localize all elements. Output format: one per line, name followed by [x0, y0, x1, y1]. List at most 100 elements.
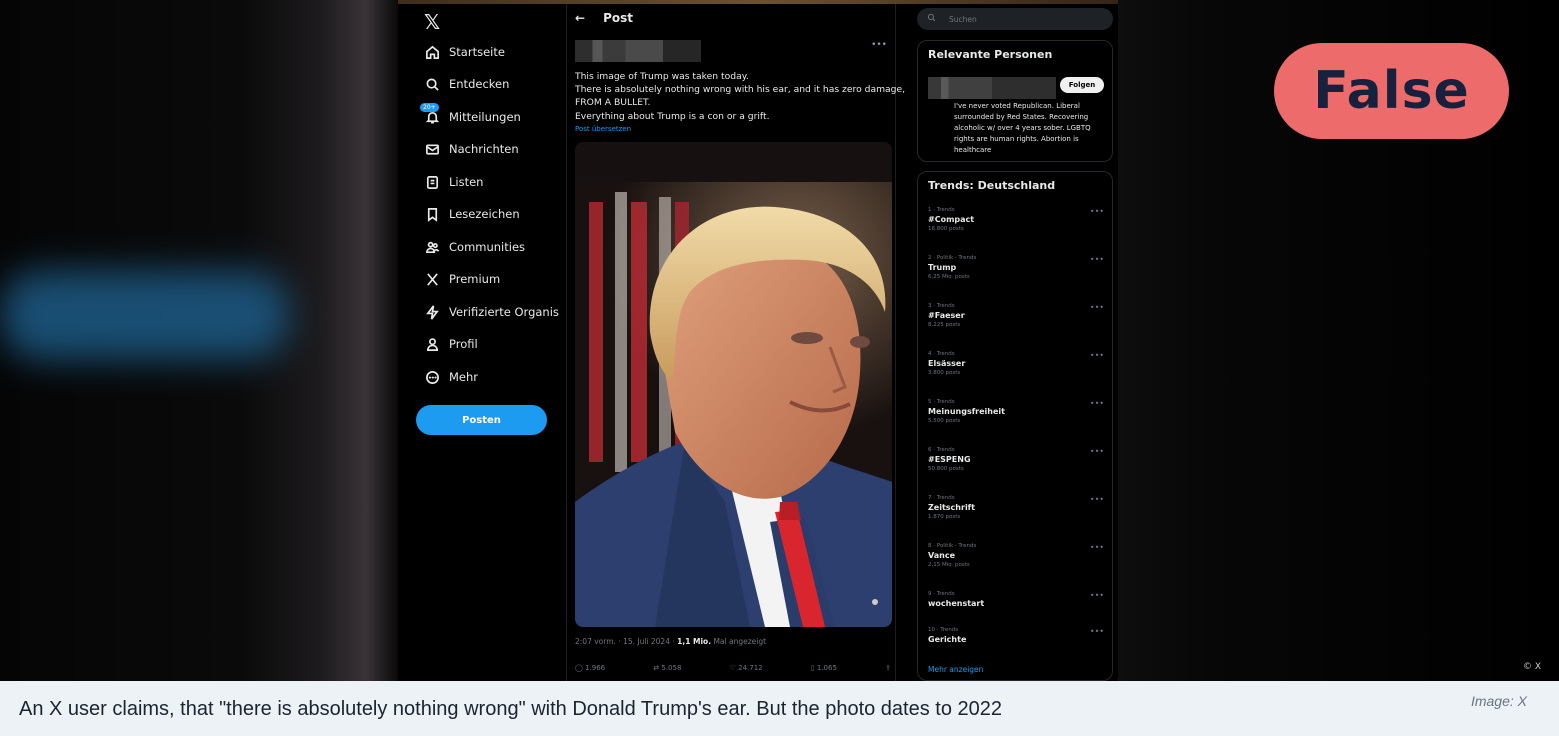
- more-icon[interactable]: •••: [1090, 399, 1104, 408]
- post-views: 1,1 Mio.: [677, 637, 712, 646]
- trend-item[interactable]: 4 · Trends Elsässer 3.800 posts •••: [928, 351, 1104, 376]
- nav-item-entdecken[interactable]: Entdecken: [424, 73, 509, 95]
- reply-button[interactable]: ◯ 1.966: [575, 664, 605, 672]
- trend-item[interactable]: 1 · Trends #Compact 16.800 posts •••: [928, 207, 1104, 232]
- x-right-column: Suchen Relevante Personen Folgen I've ne…: [917, 4, 1113, 681]
- more-options-icon[interactable]: •••: [871, 40, 887, 50]
- trends-title: Trends: Deutschland: [928, 179, 1056, 192]
- x-icon: [424, 271, 440, 287]
- trend-category: 1 · Trends: [928, 207, 955, 213]
- more-icon[interactable]: •••: [1090, 495, 1104, 504]
- image-copyright: © X: [1522, 662, 1541, 672]
- nav-item-mehr[interactable]: Mehr: [424, 366, 478, 388]
- post-header: ← Post: [575, 11, 633, 25]
- share-button[interactable]: ⇪: [885, 664, 891, 672]
- repost-button[interactable]: ⇄ 5.058: [653, 664, 681, 672]
- more-icon[interactable]: •••: [1090, 255, 1104, 264]
- trend-item[interactable]: 7 · Trends Zeitschrift 1.870 posts •••: [928, 495, 1104, 520]
- search-icon: [927, 13, 939, 25]
- nav-label: Entdecken: [449, 77, 510, 91]
- nav-item-communities[interactable]: Communities: [424, 236, 525, 258]
- relevant-people-box: Relevante Personen Folgen I've never vot…: [917, 40, 1113, 162]
- trend-category: 8 · Politik · Trends: [928, 543, 977, 549]
- x-screenshot: 𝕏 Startseite Entdecken 20+ Mitteilungen …: [398, 4, 1118, 681]
- follow-button[interactable]: Folgen: [1060, 77, 1104, 93]
- nav-item-premium[interactable]: Premium: [424, 268, 500, 290]
- trend-item[interactable]: 8 · Politik · Trends Vance 2,15 Mio. pos…: [928, 543, 1104, 568]
- trend-name: #Faeser: [928, 311, 965, 320]
- verdict-badge: False: [1274, 43, 1509, 139]
- nav-item-nachrichten[interactable]: Nachrichten: [424, 138, 519, 160]
- like-button[interactable]: ♡ 24.712: [730, 664, 763, 672]
- tweet-text: This image of Trump was taken today. The…: [575, 70, 905, 123]
- article-image: 𝕏 Startseite Entdecken 20+ Mitteilungen …: [0, 0, 1559, 681]
- tweet-line: This image of Trump was taken today.: [575, 71, 749, 82]
- trend-name: Trump: [928, 263, 957, 272]
- pixelated-person: [928, 77, 1056, 99]
- bookmark-icon: [424, 206, 440, 222]
- nav-label: Mehr: [449, 370, 479, 384]
- trend-category: 6 · Trends: [928, 447, 955, 453]
- person-icon: [424, 336, 440, 352]
- more-circle-icon: [424, 369, 440, 385]
- x-sidebar: 𝕏 Startseite Entdecken 20+ Mitteilungen …: [398, 4, 566, 681]
- repost-count: 5.058: [661, 664, 682, 672]
- trend-item[interactable]: 3 · Trends #Faeser 8.225 posts •••: [928, 303, 1104, 328]
- person-bio: I've never voted Republican. Liberal sur…: [954, 102, 1091, 154]
- trend-count: 16.800 posts: [928, 226, 964, 232]
- trend-category: 9 · Trends: [928, 591, 955, 597]
- blurred-blue-shape: [0, 270, 290, 360]
- nav-item-startseite[interactable]: Startseite: [424, 41, 505, 63]
- list-icon: [424, 174, 440, 190]
- more-icon[interactable]: •••: [1090, 591, 1104, 600]
- trend-name: Zeitschrift: [928, 503, 975, 512]
- trend-item[interactable]: 9 · Trends wochenstart •••: [928, 591, 1104, 608]
- x-logo-icon[interactable]: 𝕏: [424, 10, 440, 34]
- nav-item-lesezeichen[interactable]: Lesezeichen: [424, 203, 520, 225]
- back-arrow-icon[interactable]: ←: [575, 11, 585, 25]
- trend-count: 6,25 Mio. posts: [928, 274, 970, 280]
- caption-bar: An X user claims, that "there is absolut…: [0, 681, 1559, 736]
- more-icon[interactable]: •••: [1090, 447, 1104, 456]
- more-icon[interactable]: •••: [1090, 207, 1104, 216]
- home-icon: [424, 44, 440, 60]
- like-count: 24.712: [738, 664, 763, 672]
- more-icon[interactable]: •••: [1090, 351, 1104, 360]
- trend-name: Meinungsfreiheit: [928, 407, 1005, 416]
- trend-item[interactable]: 5 · Trends Meinungsfreiheit 5.500 posts …: [928, 399, 1104, 424]
- show-more-link[interactable]: Mehr anzeigen: [928, 665, 983, 674]
- trend-name: Gerichte: [928, 635, 967, 644]
- post-button[interactable]: Posten: [416, 405, 547, 435]
- nav-item-verified-orgs[interactable]: Verifizierte Organis: [424, 301, 559, 323]
- nav-item-profil[interactable]: Profil: [424, 333, 478, 355]
- trend-category: 5 · Trends: [928, 399, 955, 405]
- more-icon[interactable]: •••: [1090, 627, 1104, 636]
- nav-item-mitteilungen[interactable]: 20+ Mitteilungen: [420, 103, 521, 128]
- tweet-photo[interactable]: [575, 142, 892, 627]
- heart-icon: ♡: [729, 664, 739, 672]
- post-actions: ◯ 1.966 ⇄ 5.058 ♡ 24.712 ▯ 1.065 ⇪: [575, 664, 891, 672]
- post-time: 2:07 vorm. · 15. Juli 2024 ·: [575, 637, 675, 646]
- trend-item[interactable]: 10 · Trends Gerichte •••: [928, 627, 1104, 644]
- search-icon: [424, 76, 440, 92]
- communities-icon: [424, 239, 440, 255]
- bookmark-button[interactable]: ▯ 1.065: [811, 664, 837, 672]
- search-input[interactable]: Suchen: [917, 8, 1113, 30]
- bell-icon: 20+: [420, 103, 440, 125]
- trend-item[interactable]: 6 · Trends #ESPENG 50.800 posts •••: [928, 447, 1104, 472]
- more-icon[interactable]: •••: [1090, 303, 1104, 312]
- trend-item[interactable]: 2 · Politik · Trends Trump 6,25 Mio. pos…: [928, 255, 1104, 280]
- trend-count: 8.225 posts: [928, 322, 961, 328]
- trend-count: 1.870 posts: [928, 514, 961, 520]
- more-icon[interactable]: •••: [1090, 543, 1104, 552]
- trend-category: 10 · Trends: [928, 627, 959, 633]
- reply-count: 1.966: [585, 664, 606, 672]
- nav-label: Startseite: [449, 45, 505, 59]
- tweet-line: FROM A BULLET.: [575, 97, 651, 109]
- views-label: Mal angezeigt: [713, 637, 767, 646]
- nav-item-listen[interactable]: Listen: [424, 171, 483, 193]
- trend-count: 2,15 Mio. posts: [928, 562, 970, 568]
- post-header-title: Post: [603, 11, 633, 25]
- translate-link[interactable]: Post übersetzen: [575, 125, 631, 133]
- trend-category: 2 · Politik · Trends: [928, 255, 977, 261]
